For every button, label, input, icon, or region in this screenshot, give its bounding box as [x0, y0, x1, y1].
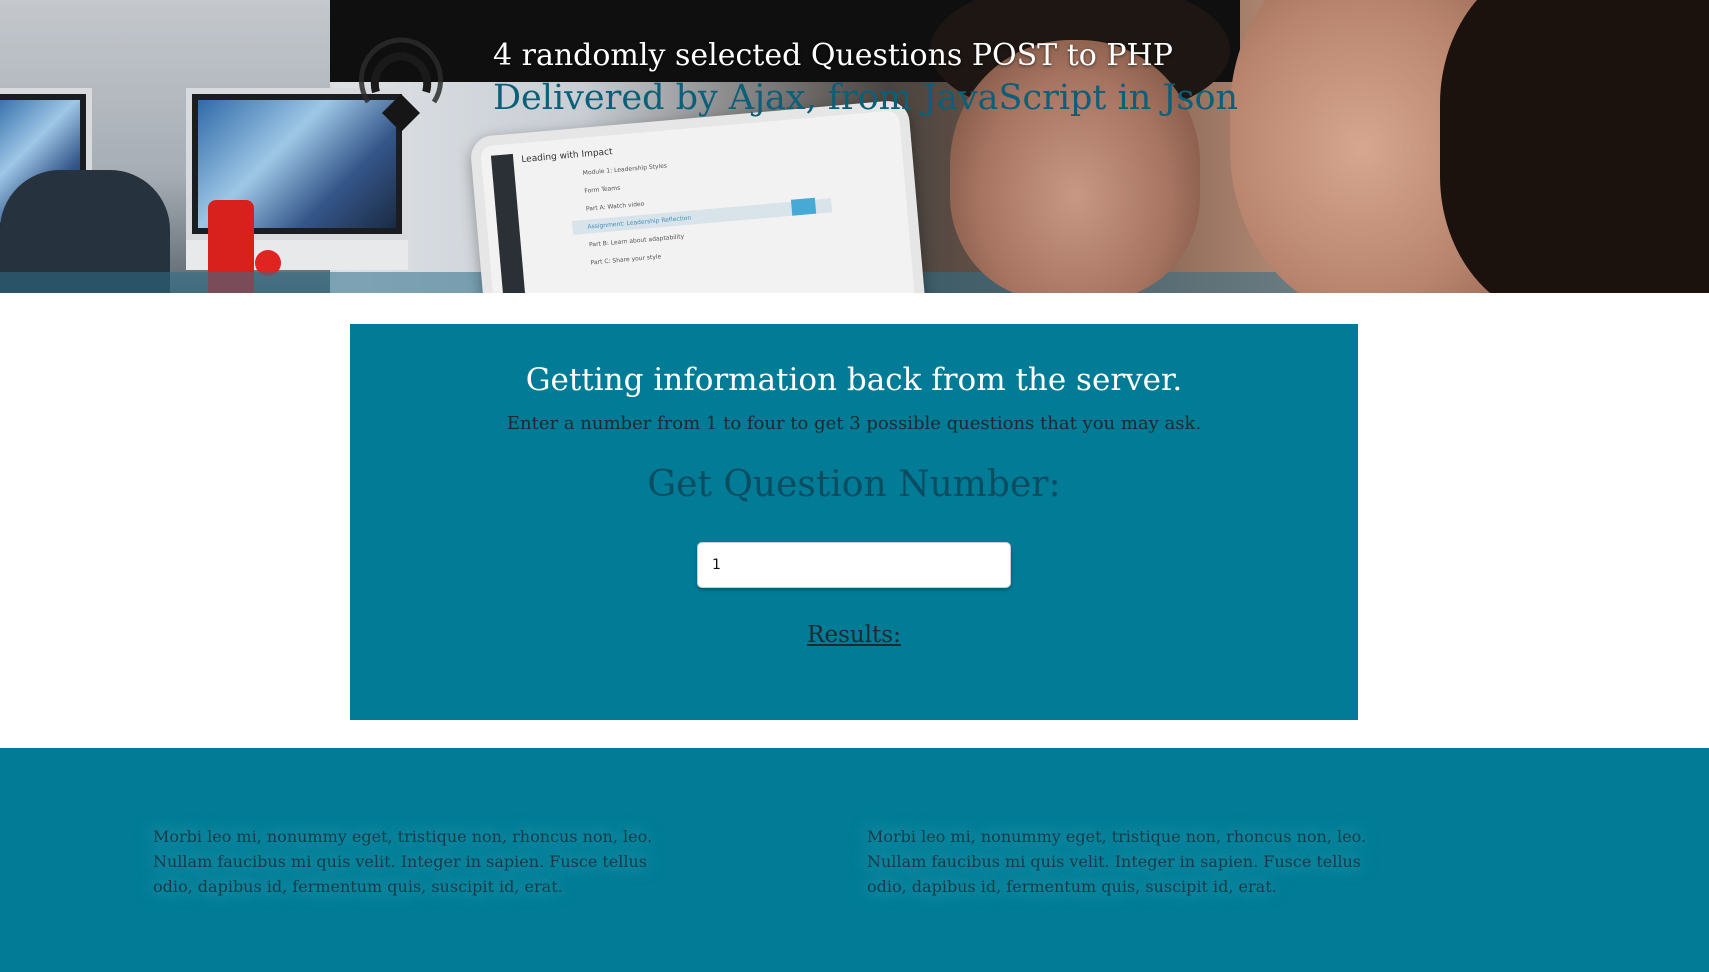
panel-title: Getting information back from the server…	[525, 362, 1183, 398]
footer-text-column: Morbi leo mi, nonummy eget, tristique no…	[867, 827, 1367, 896]
tablet-sidebar	[490, 153, 530, 293]
results-heading: Results:	[807, 622, 901, 648]
hero-tablet: Leading with Impact Module 1: Leadership…	[469, 99, 927, 293]
page-subtitle: Delivered by Ajax, from JavaScript in Js…	[493, 78, 1239, 118]
tablet-row: Form Teams	[584, 184, 621, 195]
footer-text-column: Morbi leo mi, nonummy eget, tristique no…	[153, 827, 653, 896]
tablet-row: Part B: Learn about adaptability	[588, 233, 685, 249]
location-diamond-logo-icon	[358, 37, 444, 132]
question-panel: Getting information back from the server…	[350, 324, 1358, 720]
footer: Morbi leo mi, nonummy eget, tristique no…	[0, 748, 1709, 972]
question-number-label: Get Question Number:	[647, 464, 1061, 505]
tablet-continue-button	[790, 197, 817, 216]
page-title: 4 randomly selected Questions POST to PH…	[493, 38, 1173, 73]
tablet-row: Part A: Watch video	[585, 200, 645, 213]
hero-person-hair	[1440, 0, 1709, 293]
tablet-row: Part C: Share your style	[590, 253, 662, 267]
panel-description: Enter a number from 1 to four to get 3 p…	[506, 413, 1202, 434]
hero-banner: Leading with Impact Module 1: Leadership…	[0, 0, 1709, 293]
question-number-input[interactable]	[697, 542, 1011, 588]
tablet-row: Module 1: Leadership Styles	[582, 162, 668, 177]
tablet-title: Leading with Impact	[520, 147, 613, 166]
